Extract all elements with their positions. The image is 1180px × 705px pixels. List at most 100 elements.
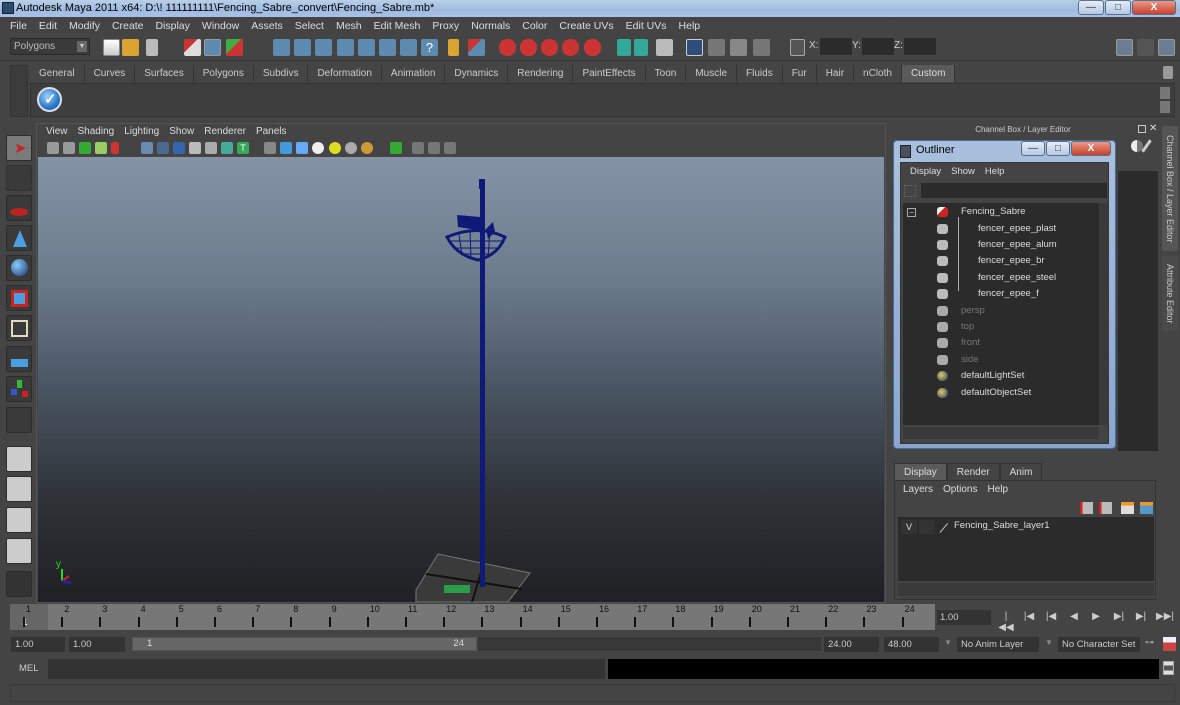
outliner-menu-help[interactable]: Help — [980, 165, 1010, 179]
outliner-item-mesh[interactable]: fencer_epee_f — [937, 286, 1039, 302]
shelf-scroll-down-icon[interactable] — [1160, 101, 1170, 113]
play-forwards-button[interactable]: ▶ — [1088, 611, 1104, 625]
menu-help[interactable]: Help — [673, 17, 707, 35]
trash-icon[interactable] — [1163, 66, 1173, 79]
scale-tool-icon[interactable] — [6, 285, 32, 311]
universal-manipulator-icon[interactable] — [6, 315, 32, 341]
float-panel-icon[interactable] — [1138, 125, 1146, 133]
pick-mask-icon[interactable] — [379, 39, 396, 56]
menu-assets[interactable]: Assets — [245, 17, 289, 35]
lock-icon[interactable] — [448, 39, 459, 56]
text-display-icon[interactable]: T — [237, 142, 249, 154]
film-gate-icon[interactable] — [157, 142, 169, 154]
snap-curve-icon[interactable] — [294, 39, 311, 56]
xray-icon[interactable] — [264, 142, 276, 154]
four-view-layout-icon[interactable] — [6, 476, 32, 502]
close-panel-icon[interactable]: ✕ — [1149, 123, 1157, 134]
x-input[interactable] — [820, 38, 852, 55]
menu-edit-mesh[interactable]: Edit Mesh — [368, 17, 427, 35]
checker-icon[interactable] — [312, 142, 324, 154]
outliner-item-mesh[interactable]: fencer_epee_br — [937, 253, 1045, 269]
menu-window[interactable]: Window — [196, 17, 245, 35]
paint-select-tool-icon[interactable] — [6, 195, 32, 221]
shelf-tab-surfaces[interactable]: Surfaces — [135, 65, 194, 82]
soft-modification-icon[interactable] — [6, 346, 32, 372]
render-current-icon[interactable] — [708, 39, 725, 56]
step-forward-key-button[interactable]: ▶| — [1111, 611, 1127, 625]
minimize-button[interactable]: — — [1078, 0, 1104, 15]
lasso-tool-icon[interactable] — [6, 165, 32, 191]
vp-menu-show[interactable]: Show — [164, 124, 199, 140]
flat-shade-icon[interactable] — [189, 142, 201, 154]
custom-shelf-check-icon[interactable] — [37, 87, 62, 112]
move-tool-icon[interactable] — [6, 225, 32, 251]
safe-action-icon[interactable] — [412, 142, 424, 154]
shadows-icon[interactable] — [361, 142, 373, 154]
go-to-end-button[interactable]: ▶▶| — [1156, 611, 1174, 625]
safe-title-icon[interactable] — [428, 142, 440, 154]
outliner-item-mesh[interactable]: fencer_epee_plast — [937, 221, 1056, 237]
outliner-item-camera[interactable]: side — [937, 352, 978, 368]
new-layer-icon[interactable] — [1080, 502, 1093, 514]
layer-visibility-toggle[interactable]: V — [901, 520, 917, 534]
shelf-tab-dynamics[interactable]: Dynamics — [445, 65, 509, 82]
all-lights-icon[interactable] — [345, 142, 357, 154]
move-down-icon[interactable] — [1140, 502, 1153, 514]
menu-mesh[interactable]: Mesh — [330, 17, 368, 35]
magnet-grid-icon[interactable] — [499, 39, 516, 56]
new-scene-icon[interactable] — [103, 39, 120, 56]
maximize-button[interactable]: □ — [1105, 0, 1131, 15]
layer-menu-layers[interactable]: Layers — [898, 484, 938, 495]
menu-edit-uvs[interactable]: Edit UVs — [620, 17, 673, 35]
smooth-shade-icon[interactable] — [173, 142, 185, 154]
outliner-close-button[interactable]: X — [1071, 141, 1111, 156]
select-misc-icon[interactable] — [400, 39, 417, 56]
layer-row[interactable]: V Fencing_Sabre_layer1 — [898, 519, 1148, 535]
anim-layer-dropdown-icon[interactable]: ▼ — [944, 638, 952, 647]
select-component-icon[interactable] — [226, 39, 243, 56]
outliner-horizontal-scrollbar[interactable] — [903, 427, 1099, 439]
outliner-item-set[interactable]: defaultObjectSet — [937, 385, 1031, 401]
step-forward-frame-button[interactable]: ▶| — [1133, 611, 1149, 625]
outliner-filter-input[interactable] — [921, 183, 1107, 198]
shelf-tab-fluids[interactable]: Fluids — [737, 65, 783, 82]
snap-point-icon[interactable] — [315, 39, 332, 56]
layer-color-swatch[interactable] — [939, 522, 949, 533]
show-manipulator-icon[interactable] — [6, 376, 32, 402]
play-backwards-button[interactable]: ◀ — [1066, 611, 1082, 625]
menu-file[interactable]: File — [4, 17, 33, 35]
layer-menu-help[interactable]: Help — [982, 484, 1013, 495]
outliner-vertical-scrollbar[interactable] — [1099, 203, 1109, 425]
outliner-item-camera[interactable]: top — [937, 319, 974, 335]
magnet-live-icon[interactable] — [584, 39, 601, 56]
outliner-persp-layout-icon[interactable] — [6, 507, 32, 533]
camera-attributes-icon[interactable] — [63, 142, 75, 154]
animation-start-field[interactable]: 1.00 — [11, 637, 65, 652]
transform-input-icon[interactable] — [790, 39, 805, 56]
outliner-item-mesh[interactable]: fencer_epee_alum — [937, 237, 1057, 253]
shelf-tab-general[interactable]: General — [30, 65, 85, 82]
magnet-curve-icon[interactable] — [520, 39, 537, 56]
grid-toggle-icon[interactable] — [111, 142, 119, 154]
menu-select[interactable]: Select — [289, 17, 330, 35]
make-live-icon[interactable] — [358, 39, 375, 56]
animation-preferences-icon[interactable] — [1163, 637, 1176, 651]
textured-icon[interactable] — [221, 142, 233, 154]
toggle-tool-settings-icon[interactable] — [1137, 39, 1154, 56]
shelf-menu-handle[interactable] — [10, 65, 28, 117]
image-plane-icon[interactable] — [95, 142, 107, 154]
shelf-tab-painteffects[interactable]: PaintEffects — [573, 65, 646, 82]
menu-create-uvs[interactable]: Create UVs — [553, 17, 619, 35]
last-tool-slot[interactable] — [6, 407, 32, 433]
shelf-tab-polygons[interactable]: Polygons — [193, 65, 254, 82]
default-material-icon[interactable] — [280, 142, 292, 154]
input-history-icon[interactable] — [617, 39, 631, 56]
vp-menu-shading[interactable]: Shading — [73, 124, 120, 140]
menu-proxy[interactable]: Proxy — [426, 17, 465, 35]
single-perspective-layout-icon[interactable] — [6, 446, 32, 472]
layer-tab-anim[interactable]: Anim — [999, 463, 1043, 480]
vp-menu-renderer[interactable]: Renderer — [199, 124, 251, 140]
z-input[interactable] — [904, 38, 936, 55]
menu-set-dropdown[interactable]: Polygons ▼ — [10, 38, 90, 55]
highlight-selection-icon[interactable] — [468, 39, 485, 56]
